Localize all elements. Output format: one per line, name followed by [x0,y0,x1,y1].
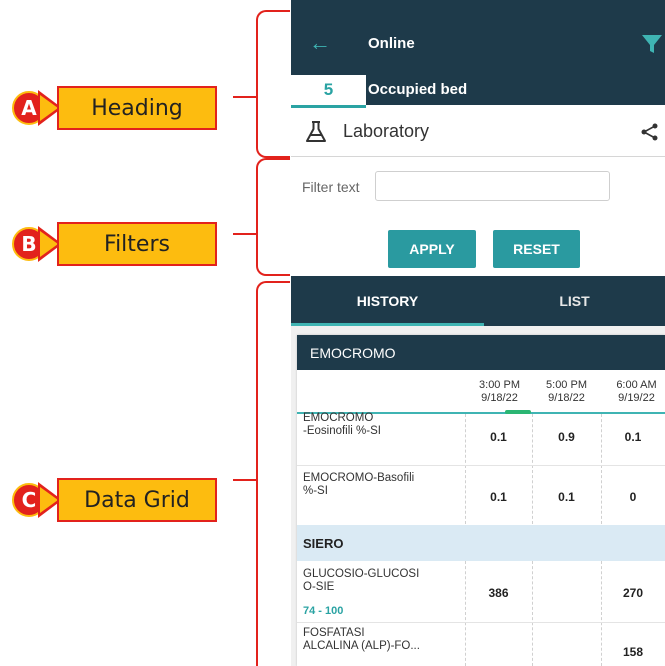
row-divider [297,622,665,623]
row-divider [297,465,665,466]
table-cell: 386 [488,586,509,600]
column-separator [532,561,533,666]
tab-list[interactable]: LIST [484,276,665,326]
bracket-heading [256,10,290,158]
share-icon[interactable] [640,122,660,142]
table-cell: 0.1 [490,430,507,444]
flask-icon [306,121,326,142]
page-title: Online [368,35,415,52]
grid-panel: EMOCROMO 3:00 PM 9/18/22 5:00 PM 9/18/22… [297,335,665,666]
module-row: Laboratory [291,108,665,157]
reset-button[interactable]: RESET [493,230,580,268]
apply-button[interactable]: APPLY [388,230,476,268]
bed-row: 5 Occupied bed [291,75,665,108]
table-cell: 0 [629,490,637,504]
module-label: Laboratory [343,121,430,141]
callout-connector [233,233,258,235]
row-label: EMOCROMO -Eosinofili %-SI [303,412,381,437]
data-grid: EMOCROMO 3:00 PM 9/18/22 5:00 PM 9/18/22… [291,326,665,666]
top-bar: ← Online [291,0,665,75]
section-header: SIERO [297,525,665,561]
bed-number[interactable]: 5 [291,75,366,108]
table-cell: 0.9 [558,430,575,444]
table-cell: 270 [622,586,644,600]
filter-text-label: Filter text [302,179,360,195]
column-header: 5:00 PM 9/18/22 [546,379,587,404]
column-header: 6:00 AM 9/19/22 [616,379,657,404]
column-header: 3:00 PM 9/18/22 [479,379,520,404]
table-cell: 0.1 [490,490,507,504]
tab-history[interactable]: HISTORY [291,276,484,326]
table-cell: 158 [622,645,644,659]
callout-connector [233,96,258,98]
callout-connector [233,479,258,481]
back-arrow-icon[interactable]: ← [309,30,331,56]
bracket-filters [256,158,290,276]
callout-heading: A Heading [0,86,220,132]
callout-label: Data Grid [57,478,217,522]
table-cell: 0.1 [624,430,642,444]
callout-filters: B Filters [0,222,220,268]
callout-label: Heading [57,86,217,130]
horizontal-scroll-thumb[interactable] [505,410,531,414]
bracket-data-grid [256,281,290,666]
row-label: EMOCROMO-Basofili %-SI [303,472,415,497]
row-label: GLUCOSIO-GLUCOSI O-SIE [303,568,420,593]
bed-status-label: Occupied bed [368,81,468,98]
callout-data-grid: C Data Grid [0,478,220,524]
table-cell: 0.1 [558,490,575,504]
panel-title: EMOCROMO [297,335,665,370]
callout-label: Filters [57,222,217,266]
filter-text-input[interactable] [375,171,610,201]
funnel-icon[interactable] [641,33,663,55]
column-separator [465,561,466,666]
view-tabs: HISTORY LIST [291,276,665,326]
app-screen: ← Online 5 Occupied bed Laboratory Filte… [291,0,665,666]
reference-range: 74 - 100 [303,605,344,617]
row-label: FOSFATASI ALCALINA (ALP)-FO... [303,627,420,652]
